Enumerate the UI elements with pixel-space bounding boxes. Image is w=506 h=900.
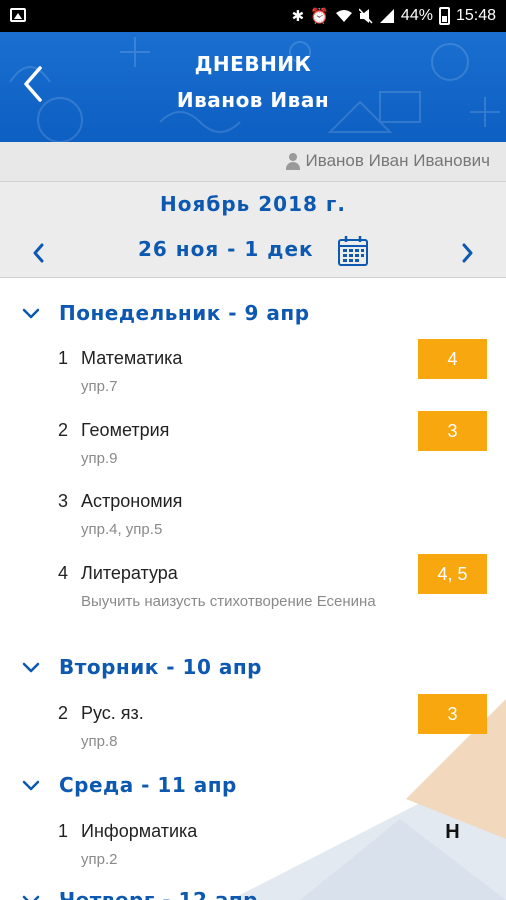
chevron-left-icon: [33, 243, 44, 263]
month-label: Ноябрь 2018 г.: [160, 192, 346, 216]
grade-badge: 3: [418, 694, 487, 734]
image-icon: [10, 8, 26, 22]
lesson-homework: упр.8: [81, 733, 118, 750]
chevron-down-icon: [22, 308, 40, 319]
day-header-wednesday[interactable]: Среда - 11 апр: [0, 767, 506, 807]
page-title: ДНЕВНИК: [194, 52, 312, 76]
app-header: ДНЕВНИК Иванов Иван: [0, 32, 506, 142]
lesson-homework: упр.9: [81, 450, 118, 467]
next-week-button[interactable]: [452, 238, 482, 268]
user-full-name: Иванов Иван Иванович: [305, 151, 490, 170]
battery-icon: [438, 7, 450, 25]
battery-percent: 44%: [400, 7, 433, 24]
period-navigator: Ноябрь 2018 г. 26 ноя - 1 дек: [0, 182, 506, 278]
student-name: Иванов Иван: [176, 88, 330, 112]
mute-icon: [358, 8, 373, 24]
lesson-subject: Геометрия: [81, 420, 170, 440]
lesson-subject: Астрономия: [81, 491, 183, 511]
lesson-number: 1: [58, 348, 69, 368]
user-info[interactable]: Иванов Иван Иванович: [285, 151, 490, 171]
lesson-subject: Математика: [81, 348, 183, 368]
lesson-number: 2: [58, 703, 69, 723]
prev-week-button[interactable]: [24, 238, 54, 268]
lesson-homework: упр.7: [81, 378, 118, 395]
day-title: Четверг - 12 апр: [59, 888, 258, 900]
grade-badge: 3: [418, 411, 487, 451]
status-right: ✱ ⏰ 44% 15:48: [292, 0, 496, 32]
bluetooth-icon: ✱: [291, 7, 305, 25]
grade-badge: 4: [418, 339, 487, 379]
alarm-icon: ⏰: [310, 7, 329, 25]
status-bar: ✱ ⏰ 44% 15:48: [0, 0, 506, 32]
lesson-number: 2: [58, 420, 69, 440]
diary-list[interactable]: Понедельник - 9 апр 1 Математика упр.7 4…: [0, 279, 506, 900]
week-range[interactable]: 26 ноя - 1 дек: [138, 237, 314, 261]
lesson-subject: Литература: [81, 563, 178, 583]
chevron-down-icon: [22, 780, 40, 791]
user-bar: Иванов Иван Иванович: [0, 142, 506, 182]
day-header-thursday[interactable]: Четверг - 12 апр: [0, 882, 506, 900]
day-title: Вторник - 10 апр: [59, 655, 262, 679]
lesson-homework: упр.4, упр.5: [81, 521, 163, 538]
grade-badge: 4, 5: [418, 554, 487, 594]
chevron-right-icon: [462, 243, 473, 263]
header-pattern: [9, 37, 500, 142]
day-title: Среда - 11 апр: [59, 773, 237, 797]
grade-badge: Н: [445, 820, 460, 843]
calendar-icon[interactable]: [336, 234, 370, 268]
lesson-number: 3: [58, 491, 69, 511]
person-icon: [285, 152, 301, 170]
day-header-monday[interactable]: Понедельник - 9 апр: [0, 295, 506, 335]
day-header-tuesday[interactable]: Вторник - 10 апр: [0, 649, 506, 689]
lesson-number: 1: [58, 821, 69, 841]
lesson-homework: Выучить наизусть стихотворение Есенина: [81, 593, 376, 610]
chevron-down-icon: [22, 895, 40, 900]
chevron-down-icon: [22, 662, 40, 673]
signal-icon: [379, 9, 394, 23]
lesson-number: 4: [58, 563, 69, 583]
lesson-homework: упр.2: [81, 851, 118, 868]
clock: 15:48: [455, 7, 496, 24]
wifi-icon: [335, 10, 352, 22]
day-title: Понедельник - 9 апр: [59, 301, 310, 325]
lesson-subject: Рус. яз.: [81, 703, 144, 723]
lesson-subject: Информатика: [81, 821, 198, 841]
